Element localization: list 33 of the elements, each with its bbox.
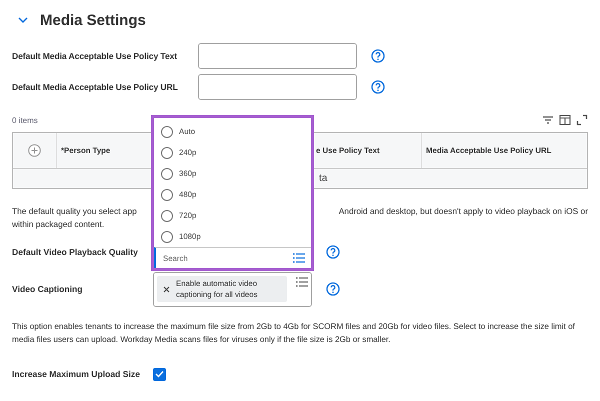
list-icon[interactable] [296,277,308,287]
item-count: 0 items [12,116,38,124]
radio-icon[interactable] [161,146,173,158]
help-icon[interactable] [326,282,340,296]
radio-icon[interactable] [161,230,173,242]
radio-icon[interactable] [161,168,173,180]
field-label: Video Captioning [12,284,84,294]
checkbox[interactable] [153,368,166,380]
description-text: The default quality you select app [12,205,137,218]
description-text: This option enables tenants to increase the maximum file size from 2Gb to 4Gb for SCORM files and 20Gb for video files. Select to increase the size limit of media files users can upload. Workday Media scans files for viruses only if the file size is 2Gb or smaller. [12,321,576,346]
empty-message: ta [319,173,328,184]
remove-icon[interactable] [163,286,170,292]
list-icon[interactable] [293,253,305,263]
field-label: Default Video Playback Quality [12,247,139,257]
description-text: Android and desktop, but doesn't apply to video playback on iOS or [338,205,588,218]
field-label: Default Media Acceptable Use Policy Text [12,50,178,60]
expand-icon[interactable] [576,114,588,126]
radio-icon[interactable] [161,126,173,138]
field-label: Increase Maximum Upload Size [12,369,141,379]
columns-icon[interactable] [559,114,571,126]
chevron-icon[interactable] [18,16,28,24]
description-text: within packaged content. [12,219,104,229]
section-title: Media Settings [40,12,146,28]
help-icon[interactable] [326,245,340,259]
radio-icon[interactable] [161,210,173,222]
field-label: Default Media Acceptable Use Policy URL [12,82,179,92]
radio-icon[interactable] [161,188,173,200]
filter-icon[interactable] [542,114,554,126]
help-icon[interactable] [371,48,385,62]
input-field[interactable] [198,42,357,68]
add-icon[interactable] [28,144,41,157]
help-icon[interactable] [371,80,385,94]
input-field[interactable] [198,74,357,100]
